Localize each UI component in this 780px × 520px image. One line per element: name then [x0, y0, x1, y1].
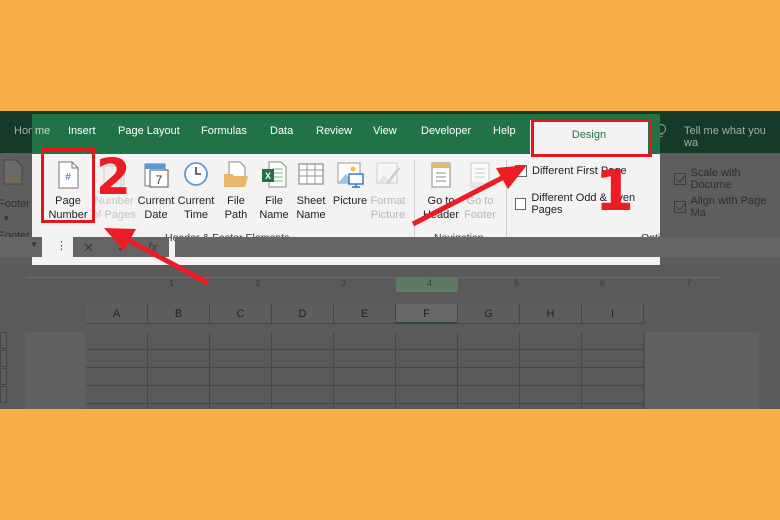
arrow-to-page-number — [104, 228, 210, 286]
arrow-to-checkbox — [411, 165, 527, 227]
annotation-arrows — [104, 165, 527, 286]
